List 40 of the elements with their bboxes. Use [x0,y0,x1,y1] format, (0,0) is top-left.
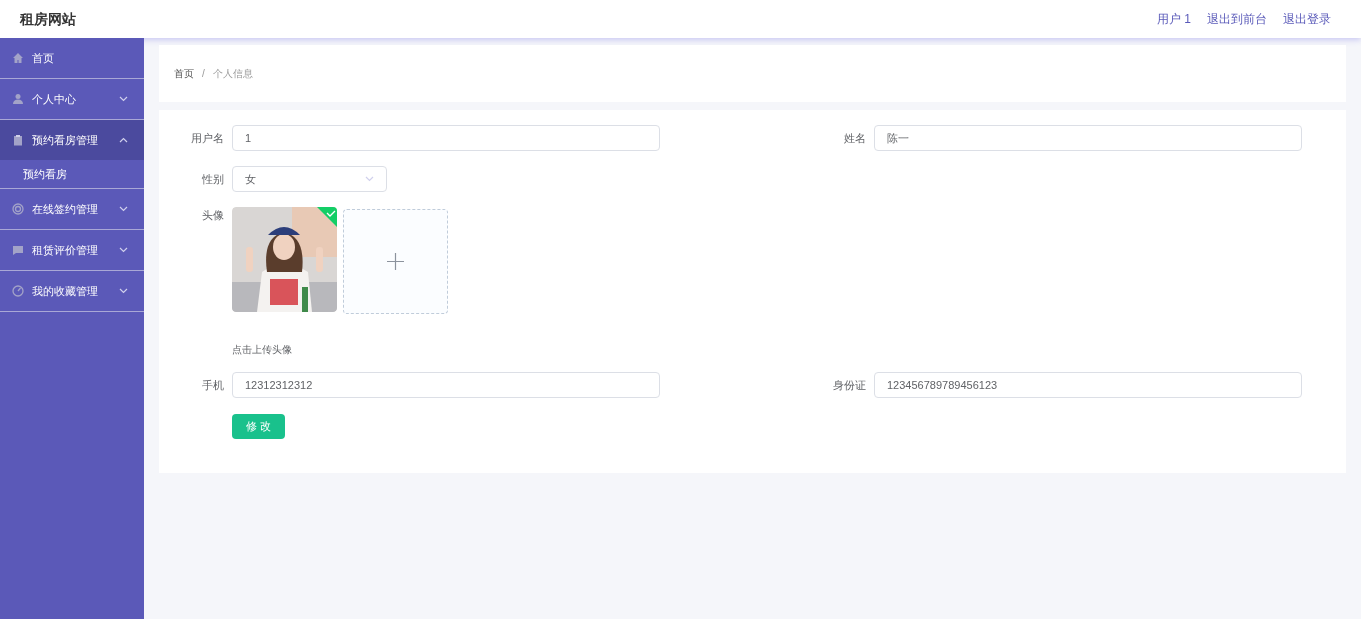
site-title: 租房网站 [20,9,76,29]
breadcrumb-separator: / [202,67,205,81]
menu-item[interactable]: 我的收藏管理 [0,271,144,311]
breadcrumb-link[interactable]: 首页 [174,66,194,81]
plus-icon [387,253,404,270]
gauge-icon [12,285,24,297]
breadcrumb-current: 个人信息 [212,67,253,81]
menu-item[interactable]: 租赁评价管理 [0,230,144,270]
text-field[interactable]: 123456789789456123 [874,372,1302,398]
chevron-up-icon [119,137,128,143]
menu-item[interactable]: 个人中心 [0,79,144,119]
user-icon [12,93,24,105]
field-label: 姓名 [843,130,867,146]
text-field[interactable]: 1 [232,125,660,151]
field-label: 用户名 [190,130,225,146]
upload-hint: 点击上传头像 [232,343,293,357]
home-icon [12,52,24,64]
chevron-down-icon [119,206,128,212]
menu-item[interactable]: 首页 [0,38,144,78]
chevron-down-icon [365,176,374,182]
chat-icon [12,244,24,256]
chevron-down-icon [119,247,128,253]
gender-select[interactable]: 女 [232,166,387,192]
ring-icon [12,203,24,215]
text-field[interactable]: 12312312312 [232,372,660,398]
field-label: 头像 [201,208,225,223]
upload-box[interactable] [343,209,448,314]
field-label: 性别 [201,171,225,187]
menu-item[interactable]: 在线签约管理 [0,189,144,229]
submenu-item[interactable]: 预约看房 [0,160,144,188]
header-link[interactable]: 用户 1 [1157,10,1191,28]
menu-item[interactable]: 预约看房管理 [0,120,144,160]
chevron-down-icon [119,96,128,102]
header-link[interactable]: 退出登录 [1283,10,1331,28]
field-label: 手机 [201,377,225,393]
chevron-down-icon [119,288,128,294]
field-label: 身份证 [832,377,867,393]
clipboard-icon [12,134,24,146]
header-link[interactable]: 退出到前台 [1207,10,1267,28]
text-field[interactable]: 陈一 [874,125,1302,151]
